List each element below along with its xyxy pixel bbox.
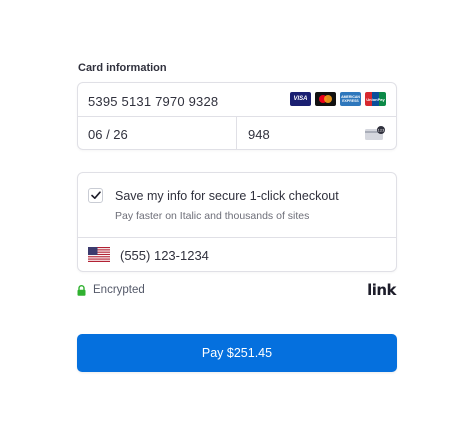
svg-text:123: 123 [378, 129, 385, 133]
cvc-field[interactable]: 948 123 [237, 117, 396, 150]
card-information-label: Card information [78, 62, 167, 74]
expiry-field[interactable]: 06 / 26 [78, 117, 236, 150]
expiry-value: 06 / 26 [88, 127, 128, 142]
visa-logo-icon: VISA [290, 92, 311, 106]
card-number-field[interactable]: 5395 5131 7970 9328 VISA AMERICAN EXPRES… [78, 83, 396, 117]
save-info-title: Save my info for secure 1-click checkout [115, 189, 339, 203]
save-info-subtitle: Pay faster on Italic and thousands of si… [115, 210, 310, 222]
checkmark-icon [90, 191, 101, 199]
link-logo: link [367, 281, 396, 299]
amex-logo-icon: AMERICAN EXPRESS [340, 92, 361, 106]
cvc-card-icon: 123 [365, 126, 385, 140]
save-info-checkbox[interactable] [88, 188, 103, 203]
encrypted-row: Encrypted link [77, 281, 397, 300]
us-flag-icon[interactable] [88, 247, 110, 262]
card-brand-logos: VISA AMERICAN EXPRESS UnionPay [290, 92, 386, 106]
unionpay-logo-icon: UnionPay [365, 92, 386, 106]
link-save-info-box: Save my info for secure 1-click checkout… [77, 172, 397, 272]
phone-field[interactable]: (555) 123-1234 [118, 239, 394, 271]
pay-button[interactable]: Pay $251.45 [77, 334, 397, 372]
card-input-group: 5395 5131 7970 9328 VISA AMERICAN EXPRES… [77, 82, 397, 150]
card-number-value: 5395 5131 7970 9328 [88, 94, 219, 109]
cvc-value: 948 [248, 127, 270, 142]
phone-value: (555) 123-1234 [120, 248, 209, 263]
lock-icon [77, 285, 86, 296]
link-divider [78, 237, 396, 238]
mastercard-logo-icon [315, 92, 336, 106]
encrypted-label: Encrypted [93, 284, 145, 296]
